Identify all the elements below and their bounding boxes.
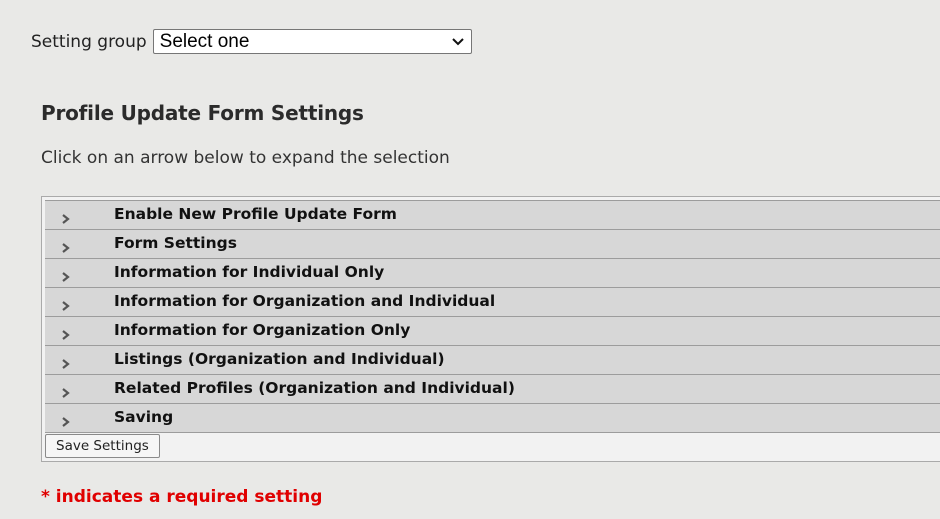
settings-section-list: Enable New Profile Update Form Form Setti… <box>45 200 940 433</box>
settings-section-row[interactable]: Listings (Organization and Individual) <box>45 346 940 375</box>
setting-group-control: Setting group Select one <box>31 29 472 54</box>
instructions-text: Click on an arrow below to expand the se… <box>41 148 450 168</box>
chevron-right-icon[interactable] <box>61 413 71 427</box>
section-label: Information for Organization and Individ… <box>114 292 496 310</box>
settings-section-row[interactable]: Enable New Profile Update Form <box>45 200 940 230</box>
chevron-right-icon[interactable] <box>61 210 71 224</box>
settings-section-row[interactable]: Information for Organization Only <box>45 317 940 346</box>
section-label: Related Profiles (Organization and Indiv… <box>114 379 515 397</box>
setting-group-label: Setting group <box>31 31 147 52</box>
section-label: Information for Individual Only <box>114 263 385 281</box>
chevron-right-icon[interactable] <box>61 384 71 398</box>
chevron-right-icon[interactable] <box>61 297 71 311</box>
chevron-right-icon[interactable] <box>61 239 71 253</box>
setting-group-select[interactable]: Select one <box>152 29 472 54</box>
section-label: Form Settings <box>114 234 237 252</box>
settings-panel: Enable New Profile Update Form Form Setti… <box>41 196 940 462</box>
chevron-right-icon[interactable] <box>61 268 71 282</box>
chevron-right-icon[interactable] <box>61 326 71 340</box>
settings-section-row[interactable]: Saving <box>45 404 940 433</box>
setting-group-selected-value: Select one <box>159 30 250 52</box>
save-settings-button[interactable]: Save Settings <box>45 434 160 458</box>
required-note: * indicates a required setting <box>41 487 323 507</box>
page-title: Profile Update Form Settings <box>41 101 364 125</box>
settings-section-row[interactable]: Information for Organization and Individ… <box>45 288 940 317</box>
settings-section-row[interactable]: Form Settings <box>45 230 940 259</box>
settings-section-row[interactable]: Information for Individual Only <box>45 259 940 288</box>
chevron-down-icon <box>451 35 465 49</box>
section-label: Listings (Organization and Individual) <box>114 350 445 368</box>
section-label: Enable New Profile Update Form <box>114 205 397 223</box>
section-label: Saving <box>114 408 174 426</box>
settings-section-row[interactable]: Related Profiles (Organization and Indiv… <box>45 375 940 404</box>
section-label: Information for Organization Only <box>114 321 411 339</box>
chevron-right-icon[interactable] <box>61 355 71 369</box>
